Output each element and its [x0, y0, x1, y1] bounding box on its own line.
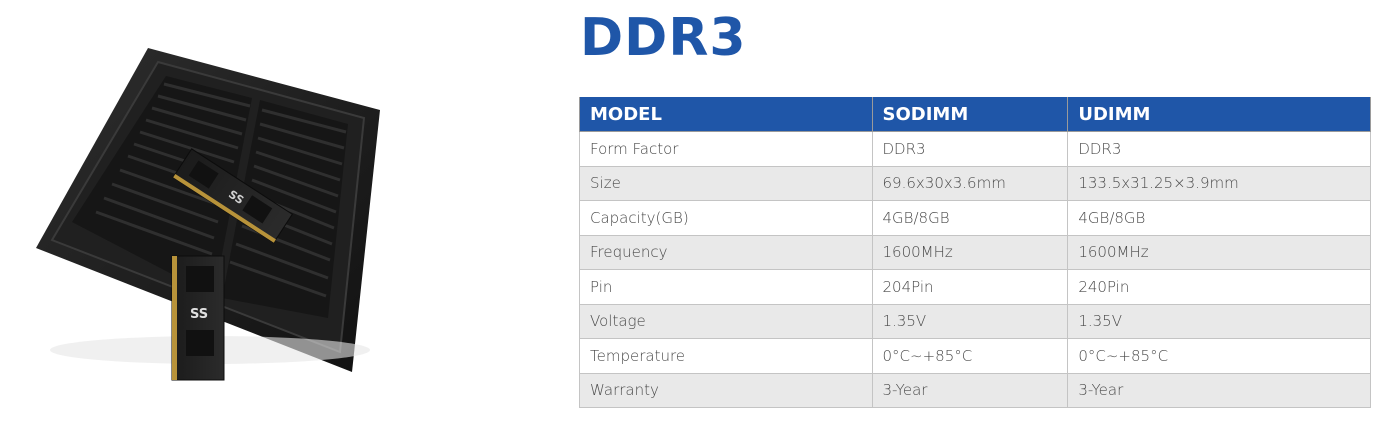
row-label: Temperature	[579, 338, 873, 374]
udimm-value: 3-Year	[1067, 372, 1371, 408]
sodimm-value: 3-Year	[871, 372, 1069, 408]
ram-module-front: SS	[171, 255, 225, 381]
spec-table: MODEL SODIMM UDIMM Form Factor DDR3 DDR3…	[579, 97, 1371, 408]
udimm-value: 4GB/8GB	[1067, 200, 1371, 236]
table-row: Warranty 3-Year 3-Year	[579, 372, 1371, 408]
sodimm-value: 0°C~+85°C	[871, 338, 1069, 374]
udimm-value: 240Pin	[1067, 269, 1371, 305]
table-header-row: MODEL SODIMM UDIMM	[579, 97, 1371, 132]
table-row: Frequency 1600MHz 1600MHz	[579, 234, 1371, 270]
module-logo: SS	[190, 307, 208, 322]
sodimm-value: 1600MHz	[871, 234, 1069, 270]
row-label: Pin	[579, 269, 873, 305]
udimm-value: 1600MHz	[1067, 234, 1371, 270]
row-label: Capacity(GB)	[579, 200, 873, 236]
row-label: Form Factor	[579, 131, 873, 167]
table-row: Capacity(GB) 4GB/8GB 4GB/8GB	[579, 200, 1371, 236]
udimm-value: 133.5x31.25×3.9mm	[1067, 165, 1371, 201]
sodimm-value: 4GB/8GB	[871, 200, 1069, 236]
table-row: Temperature 0°C~+85°C 0°C~+85°C	[579, 338, 1371, 374]
table-row: Size 69.6x30x3.6mm 133.5x31.25×3.9mm	[579, 165, 1371, 201]
udimm-value: 1.35V	[1067, 303, 1371, 339]
header-udimm: UDIMM	[1067, 97, 1371, 132]
sodimm-value: 204Pin	[871, 269, 1069, 305]
row-label: Size	[579, 165, 873, 201]
table-row: Form Factor DDR3 DDR3	[579, 131, 1371, 167]
udimm-value: DDR3	[1067, 131, 1371, 167]
udimm-value: 0°C~+85°C	[1067, 338, 1371, 374]
table-row: Pin 204Pin 240Pin	[579, 269, 1371, 305]
page-title: DDR3	[580, 8, 747, 68]
sodimm-value: 1.35V	[871, 303, 1069, 339]
product-photo: SS SS	[36, 48, 380, 381]
sodimm-value: 69.6x30x3.6mm	[871, 165, 1069, 201]
sodimm-value: DDR3	[871, 131, 1069, 167]
header-sodimm: SODIMM	[871, 97, 1069, 132]
row-label: Voltage	[579, 303, 873, 339]
header-model: MODEL	[579, 97, 873, 132]
table-row: Voltage 1.35V 1.35V	[579, 303, 1371, 339]
row-label: Frequency	[579, 234, 873, 270]
row-label: Warranty	[579, 372, 873, 408]
